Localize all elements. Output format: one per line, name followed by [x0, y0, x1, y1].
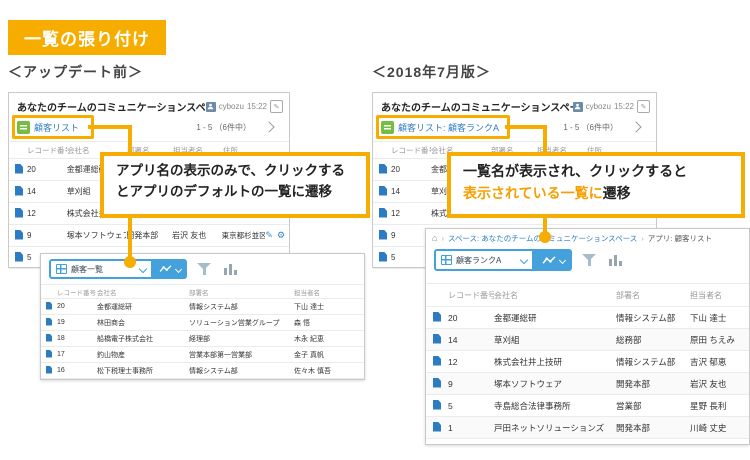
table-row[interactable]: 9 塚本ソフトウェア 開発本部 岩沢 友也	[426, 373, 749, 395]
document-icon	[433, 356, 441, 366]
chevron-down-icon	[520, 256, 528, 264]
graph-button[interactable]	[534, 249, 572, 271]
table-header: レコード番号 会社名 部署名 担当者名	[41, 284, 364, 299]
bar-chart-icon[interactable]	[224, 263, 237, 275]
space-header: あなたのチームのコミュニケーションスペース cybozu 15:22 ✎	[9, 93, 289, 116]
table-row[interactable]: 16 松下税理士事務所 情報システム部 佐々木 慎吾	[41, 363, 364, 379]
callout-before: アプリ名の表示のみで、クリックする とアプリのデフォルトの一覧に遷移	[100, 152, 370, 218]
line-chart-icon	[542, 255, 557, 266]
document-icon	[433, 378, 441, 388]
document-icon	[15, 252, 23, 262]
filter-funnel-icon[interactable]	[582, 253, 597, 267]
gear-icon[interactable]: ⚙	[277, 231, 285, 240]
chevron-down-icon	[175, 265, 182, 272]
table-row[interactable]: 14 草刈組 総務部 原田 ちえみ	[426, 329, 749, 351]
document-icon	[15, 186, 23, 196]
callout-line1: 一覧名が表示され、クリックすると	[463, 161, 729, 183]
document-icon	[379, 252, 387, 262]
table-view-icon	[56, 264, 67, 274]
screenshot-root: 一覧の張り付け ＜アップデート前＞ ＜2018年7月版＞ あなたのチームのコミュ…	[0, 0, 750, 460]
view-selector[interactable]: 顧客ランクA	[434, 249, 534, 271]
table-row[interactable]: 17 釣山物産 営業本部第一営業部 金子 真帆	[41, 347, 364, 363]
document-icon	[46, 302, 52, 310]
chevron-right-icon[interactable]	[263, 121, 274, 132]
document-icon	[15, 208, 23, 218]
breadcrumb-separator: ›	[641, 234, 644, 243]
document-icon	[46, 318, 52, 326]
app-link-before[interactable]: 顧客リスト	[34, 121, 79, 134]
space-header: あなたのチームのコミュニケーションスペース cybozu 15:22 ✎	[373, 93, 656, 116]
chevron-down-icon	[139, 265, 147, 273]
edit-space-icon[interactable]: ✎	[270, 100, 283, 113]
app-list-panel-before: 顧客一覧 レコード番号 会社名 部署名 担当者名	[40, 253, 365, 380]
callout-line1: アプリ名の表示のみで、クリックする	[116, 161, 354, 182]
table-row[interactable]: 12 株式会社井上技研 情報システム部 吉沢 郁恵	[426, 351, 749, 373]
app-link-after[interactable]: 顧客リスト: 顧客ランクA	[398, 121, 499, 134]
pagination-label: 1 - 5 （6件中）	[563, 122, 618, 133]
table-row[interactable]: 18 船橋電子株式会社 経理部 木永 紀恵	[41, 331, 364, 347]
chevron-down-icon	[558, 256, 565, 263]
pagination-label: 1 - 5 （6件中）	[196, 122, 251, 133]
document-icon	[433, 312, 441, 322]
timestamp: 15:22	[614, 102, 634, 111]
space-title: あなたのチームのコミュニケーションスペース	[381, 99, 573, 114]
callout-line2-rest: 遷移	[603, 185, 631, 201]
callout-highlight-text: 表示されている一覧に	[463, 185, 603, 201]
table-row[interactable]: 1 戸田ネットソリューションズ 開発本部 川崎 丈史	[426, 417, 749, 439]
callout-line2: とアプリのデフォルトの一覧に遷移	[116, 182, 354, 203]
user-icon	[573, 102, 583, 112]
connector-line	[505, 125, 547, 129]
document-icon	[15, 164, 23, 174]
table-row[interactable]: 20 金都運総研 情報システム部 下山 達士	[41, 299, 364, 315]
connector-dot	[539, 231, 551, 243]
table-row[interactable]: 19 林田商会 ソリューション営業グループ 森 悟	[41, 315, 364, 331]
user-icon	[206, 102, 216, 112]
table-view-icon	[441, 255, 452, 265]
view-selector[interactable]: 顧客一覧	[49, 259, 153, 279]
document-icon	[379, 230, 387, 240]
breadcrumb: ⌂ › スペース: あなたのチームのコミュニケーションスペース › アプリ: 顧…	[426, 229, 749, 244]
document-icon	[46, 350, 52, 358]
table-header: レコード番号 会社名 部署名 担当者名	[426, 283, 749, 307]
callout-line2: 表示されている一覧に遷移	[463, 183, 729, 205]
view-name: 顧客一覧	[71, 264, 103, 275]
chevron-right-icon[interactable]	[630, 121, 641, 132]
document-icon	[433, 422, 441, 432]
app-link-row: 顧客リスト 1 - 5 （6件中）	[9, 116, 289, 138]
filter-funnel-icon[interactable]	[197, 262, 212, 276]
document-icon	[15, 230, 23, 240]
document-icon	[46, 366, 52, 374]
line-chart-icon	[159, 264, 173, 274]
home-icon[interactable]: ⌂	[432, 234, 437, 243]
document-icon	[379, 164, 387, 174]
breadcrumb-app: アプリ: 顧客リスト	[648, 233, 712, 244]
space-title: あなたのチームのコミュニケーションスペース	[17, 99, 206, 114]
edit-icon[interactable]: ✎	[265, 231, 273, 240]
section-label-after: ＜2018年7月版＞	[372, 62, 491, 82]
view-name: 顧客ランクA	[456, 255, 501, 266]
section-label-before: ＜アップデート前＞	[8, 62, 143, 82]
document-icon	[379, 208, 387, 218]
timestamp: 15:22	[247, 102, 267, 111]
table-row[interactable]: 5 寺島総合法律事務所 営業部 星野 長利	[426, 395, 749, 417]
edit-space-icon[interactable]: ✎	[637, 100, 650, 113]
breadcrumb-separator: ›	[441, 234, 444, 243]
user-name: cybozu	[219, 102, 244, 111]
table-row[interactable]: 20 金都運総研 情報システム部 下山 達士	[426, 307, 749, 329]
document-icon	[433, 400, 441, 410]
document-icon	[433, 334, 441, 344]
table-row[interactable]: 9 塚本ソフトウェア 開発本部 岩沢 友也 東京都杉並区 ✎⚙	[9, 225, 289, 247]
bar-chart-icon[interactable]	[609, 254, 622, 266]
connector-line	[88, 125, 132, 129]
app-list-panel-after: ⌂ › スペース: あなたのチームのコミュニケーションスペース › アプリ: 顧…	[425, 228, 750, 445]
document-icon	[46, 334, 52, 342]
app-icon	[381, 121, 394, 134]
app-icon	[17, 121, 30, 134]
callout-after: 一覧名が表示され、クリックすると 表示されている一覧に遷移	[447, 152, 745, 218]
document-icon	[379, 186, 387, 196]
graph-button[interactable]	[153, 259, 187, 279]
user-name: cybozu	[586, 102, 611, 111]
connector-dot	[124, 256, 136, 268]
page-title: 一覧の張り付け	[8, 20, 166, 55]
